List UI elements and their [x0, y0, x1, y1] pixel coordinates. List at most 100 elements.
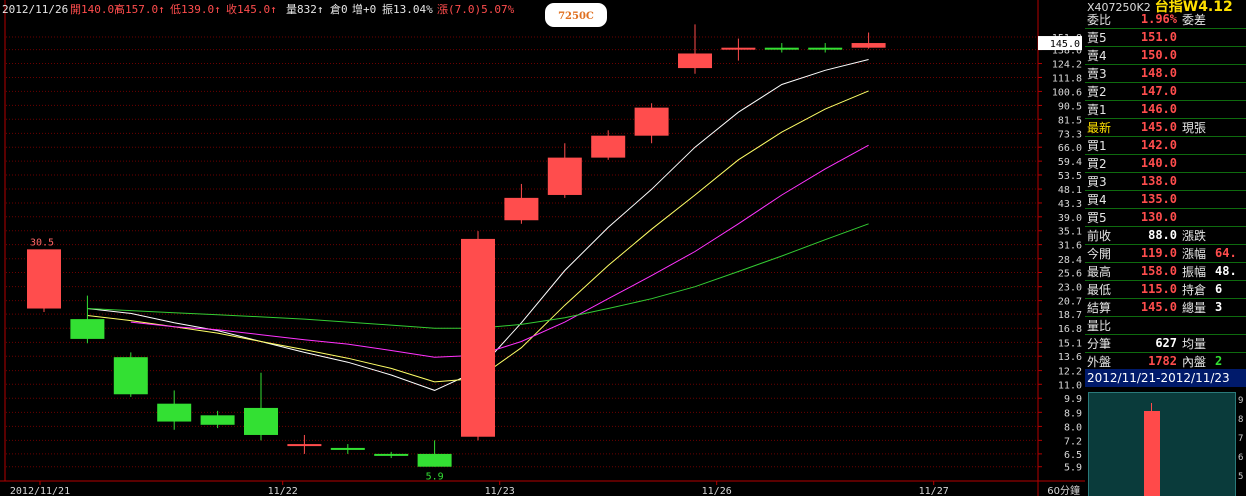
candle-body — [808, 47, 843, 50]
header-date: 2012/11/26 — [2, 3, 68, 16]
candle-body — [157, 403, 192, 422]
panel-row: 買1 142.0 — [1085, 136, 1246, 155]
panel-row: 買2 140.0 — [1085, 154, 1246, 173]
panel-label: 量比 — [1087, 319, 1112, 333]
panel-row: 分筆 627 均量 — [1085, 334, 1246, 353]
candle — [764, 43, 799, 53]
y-tick-label: 18.7 — [1058, 310, 1082, 321]
panel-label-2: 持倉 — [1182, 283, 1207, 297]
header-volume: 量832↑ — [286, 3, 324, 16]
panel-label-2: 總量 — [1182, 301, 1207, 315]
candle — [504, 183, 539, 224]
candle-body — [330, 447, 365, 450]
candle-body — [374, 453, 409, 456]
mini-bar — [1144, 411, 1160, 496]
y-tick-label: 5.9 — [1064, 463, 1082, 474]
y-tick-label: 13.6 — [1058, 352, 1082, 363]
panel-row: 賣5 151.0 — [1085, 28, 1246, 47]
candle — [330, 444, 365, 454]
mini-scale-label: 8 — [1238, 415, 1244, 425]
panel-row: 賣4 150.0 — [1085, 46, 1246, 65]
y-tick-label: 12.2 — [1058, 367, 1082, 378]
panel-value: 627 — [1155, 336, 1177, 350]
panel-label: 賣1 — [1087, 103, 1107, 117]
y-tick-label: 11.0 — [1058, 380, 1082, 391]
mini-scale-label: 9 — [1238, 396, 1244, 406]
candlestick-chart[interactable]: 30.55.9 151.8138.0124.2111.8100.690.581.… — [0, 0, 1085, 496]
mini-scale-label: 5 — [1238, 472, 1244, 482]
candle — [374, 451, 409, 459]
candle-body — [113, 357, 148, 395]
panel-label: 賣4 — [1087, 49, 1107, 63]
x-tick-label: 11/26 — [702, 486, 732, 496]
header-amplitude: 振13.04% — [382, 2, 433, 16]
panel-value: 150.0 — [1140, 48, 1177, 62]
candle — [113, 352, 148, 397]
panel-value: 1.96% — [1140, 12, 1177, 26]
header-low: 低139.0↑ — [170, 3, 221, 16]
panel-label-2: 委差 — [1182, 13, 1207, 27]
y-tick-label: 90.5 — [1058, 101, 1082, 112]
panel-value-2: 6 — [1215, 282, 1223, 296]
panel-value: 119.0 — [1140, 246, 1177, 260]
candle-body — [721, 47, 756, 50]
panel-row: 賣1 146.0 — [1085, 100, 1246, 119]
y-tick-label: 8.0 — [1064, 422, 1082, 433]
panel-value: 158.0 — [1140, 264, 1177, 278]
panel-value-2: 64. — [1215, 246, 1237, 260]
panel-label: 賣3 — [1087, 67, 1107, 81]
header-change: 漲(7.0)5.07% — [437, 3, 515, 16]
mini-scale-label: 7 — [1238, 434, 1244, 444]
y-tick-label: 20.7 — [1058, 297, 1082, 308]
y-tick-label: 25.6 — [1058, 269, 1082, 280]
panel-value-2: 2 — [1215, 354, 1223, 368]
candle — [678, 24, 712, 74]
y-tick-label: 39.0 — [1058, 213, 1082, 224]
y-tick-label: 9.9 — [1064, 394, 1082, 405]
candle-body — [287, 444, 322, 447]
candle — [417, 440, 452, 467]
max-price-label: 30.5 — [30, 237, 54, 248]
y-tick-label: 73.3 — [1058, 129, 1082, 140]
panel-value: 145.0 — [1140, 120, 1177, 134]
panel-label: 最高 — [1087, 265, 1112, 279]
panel-row: 賣2 147.0 — [1085, 82, 1246, 101]
grid-lines — [6, 36, 1038, 468]
header-high: 高157.0↑ — [114, 2, 165, 16]
panel-row: 買3 138.0 — [1085, 172, 1246, 191]
panel-date-range: 2012/11/21-2012/11/23 — [1085, 369, 1246, 387]
candle — [591, 130, 626, 160]
candle — [851, 32, 886, 49]
x-tick-label: 11/27 — [919, 486, 949, 496]
ma-line-3 — [130, 144, 869, 358]
candles: 30.55.9 — [27, 24, 886, 483]
y-tick-label: 100.6 — [1052, 87, 1082, 98]
y-tick-label: 6.5 — [1064, 450, 1082, 461]
panel-value-2: 48. — [1215, 264, 1237, 278]
candle-body — [547, 157, 582, 195]
y-axis: 151.8138.0124.2111.8100.690.581.573.366.… — [1037, 0, 1082, 496]
candle-body — [591, 135, 626, 158]
candle — [157, 390, 192, 430]
badge[interactable]: 7250C — [545, 3, 607, 27]
panel-label: 最新 — [1087, 121, 1112, 135]
y-tick-label: 23.0 — [1058, 283, 1082, 294]
y-tick-label: 53.5 — [1058, 171, 1082, 182]
candle — [200, 410, 235, 429]
panel-row: 最新 145.0 現張 — [1085, 118, 1246, 137]
quote-header: 2012/11/26 開140.0↑ 高157.0↑ 低139.0↑ 收145.… — [2, 2, 515, 16]
panel-label-2: 漲幅 — [1182, 247, 1207, 261]
y-tick-label: 8.9 — [1064, 408, 1082, 419]
panel-row: 買5 130.0 — [1085, 208, 1246, 227]
panel-row: 最高 158.0 振幅 48. — [1085, 262, 1246, 281]
panel-row: 買4 135.0 — [1085, 190, 1246, 209]
panel-label: 賣2 — [1087, 85, 1107, 99]
header-close: 收145.0↑ — [226, 2, 277, 16]
panel-value: 142.0 — [1140, 138, 1177, 152]
y-tick-label: 16.8 — [1058, 324, 1082, 335]
panel-label: 結算 — [1087, 301, 1112, 315]
y-tick-label: 124.2 — [1052, 60, 1082, 71]
candle — [244, 372, 278, 441]
panel-label: 買4 — [1087, 193, 1107, 207]
panel-value: 115.0 — [1140, 282, 1177, 296]
